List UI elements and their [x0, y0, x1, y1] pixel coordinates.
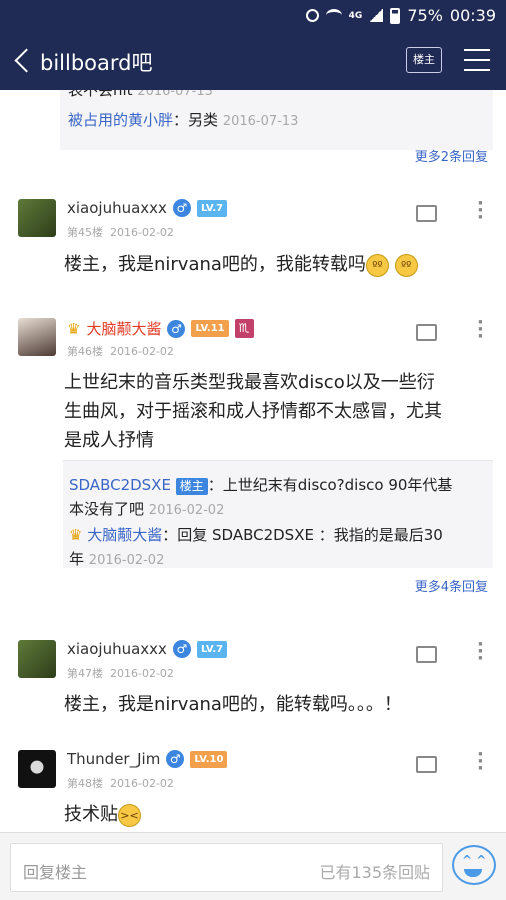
- only-louzhu-button[interactable]: 楼主: [406, 47, 442, 73]
- zodiac-badge: ♏: [234, 319, 254, 338]
- subreply-text: 年: [69, 550, 85, 568]
- floor-info: 第48楼 2016-02-02: [67, 777, 174, 790]
- wifi-icon: [325, 9, 342, 22]
- subreply-block: SDABC2DSXE 楼主 ：上世纪末有disco?disco 90年代基 本没有…: [63, 460, 493, 568]
- louzhu-badge: 楼主: [175, 478, 208, 495]
- reply-bar: 回复楼主 已有135条回贴: [0, 832, 506, 900]
- avatar[interactable]: [18, 750, 56, 788]
- crown-icon: ♛: [69, 526, 83, 544]
- signal-icon: [369, 9, 384, 22]
- level-badge: LV.11: [191, 320, 229, 337]
- emoji-picker-icon[interactable]: [452, 845, 496, 885]
- reply-icon[interactable]: [416, 200, 437, 222]
- avatar[interactable]: [18, 318, 56, 356]
- post-text: 上世纪末的音乐类型我最喜欢disco以及一些衍 生曲风，对于摇滚和成人抒情都不太…: [64, 372, 442, 451]
- alarm-icon: [305, 9, 319, 22]
- more-options-icon[interactable]: · · ·: [477, 746, 484, 778]
- crown-icon: ♛: [67, 319, 81, 338]
- emoji-icon: ><: [118, 803, 141, 827]
- level-badge: LV.7: [196, 199, 228, 217]
- floor-info: 第46楼 2016-02-02: [67, 345, 174, 358]
- more-options-icon[interactable]: · · ·: [477, 314, 484, 346]
- more-options-icon[interactable]: · · ·: [477, 195, 484, 227]
- male-icon: ♂: [167, 319, 186, 338]
- subreply-block: 表不会hit 2016-07-13 被占用的黄小胖：另类 2016-07-13: [60, 90, 493, 150]
- subreply-text: 表不会hit: [68, 90, 133, 99]
- username[interactable]: 大脑颟大酱: [86, 318, 161, 339]
- username[interactable]: xiaojuhuaxxx: [67, 640, 167, 658]
- reply-count: 已有135条回贴: [319, 863, 430, 882]
- subreply-text: ：上世纪末有disco?disco 90年代基: [207, 476, 453, 494]
- subreply-text: ：另类: [173, 111, 219, 129]
- battery-level: 75%: [407, 6, 443, 25]
- subreply-date: 2016-07-13: [137, 90, 213, 99]
- thread-content[interactable]: 表不会hit 2016-07-13 被占用的黄小胖：另类 2016-07-13 …: [0, 90, 506, 832]
- more-replies-link[interactable]: 更多2条回复: [415, 146, 488, 165]
- status-bar: 4G 75% 00:39: [0, 0, 506, 32]
- more-options-icon[interactable]: · · ·: [477, 636, 484, 668]
- subreply-date: 2016-02-02: [88, 553, 165, 568]
- subreply-date: 2016-07-13: [222, 114, 299, 129]
- username[interactable]: xiaojuhuaxxx: [67, 199, 167, 217]
- avatar[interactable]: [18, 640, 56, 678]
- emoji-icon: ºº: [394, 253, 418, 277]
- floor-info: 第45楼 2016-02-02: [67, 226, 174, 239]
- subreply-text: 本没有了吧: [69, 500, 145, 518]
- avatar[interactable]: [18, 199, 56, 237]
- clock: 00:39: [449, 6, 496, 25]
- floor-info: 第47楼 2016-02-02: [67, 667, 174, 680]
- level-badge: LV.7: [196, 640, 228, 658]
- network-type: 4G: [348, 10, 363, 21]
- reply-icon[interactable]: [416, 641, 437, 663]
- male-icon: ♂: [166, 750, 185, 768]
- reply-input[interactable]: 回复楼主 已有135条回贴: [10, 843, 443, 892]
- reply-icon[interactable]: [416, 319, 437, 341]
- level-badge: LV.10: [190, 750, 228, 768]
- post-text: 技术贴 ><: [64, 800, 141, 829]
- male-icon: ♂: [172, 199, 191, 217]
- subreply-username[interactable]: SDABC2DSXE: [69, 476, 171, 494]
- subreply-username[interactable]: 大脑颟大酱: [87, 526, 162, 544]
- menu-icon[interactable]: [464, 49, 490, 71]
- emoji-icon: ºº: [365, 253, 389, 277]
- username[interactable]: Thunder_Jim: [67, 750, 160, 768]
- page-title: billboard吧: [40, 51, 153, 75]
- battery-icon: [390, 7, 401, 24]
- male-icon: ♂: [172, 640, 191, 658]
- title-bar: billboard吧 楼主: [0, 32, 506, 90]
- subreply-text: ：回复 SDABC2DSXE ：我指的是最后30: [162, 526, 443, 544]
- reply-icon[interactable]: [416, 751, 437, 773]
- post-text: 楼主，我是nirvana吧的，我能转载吗 ºº ºº: [64, 250, 418, 279]
- subreply-username[interactable]: 被占用的黄小胖: [68, 111, 173, 129]
- post-text: 楼主，我是nirvana吧的，能转载吗。。。！: [64, 694, 402, 715]
- reply-placeholder: 回复楼主: [23, 863, 88, 882]
- more-replies-link[interactable]: 更多4条回复: [415, 576, 488, 595]
- back-arrow-icon[interactable]: [12, 46, 34, 76]
- subreply-date: 2016-02-02: [148, 503, 225, 518]
